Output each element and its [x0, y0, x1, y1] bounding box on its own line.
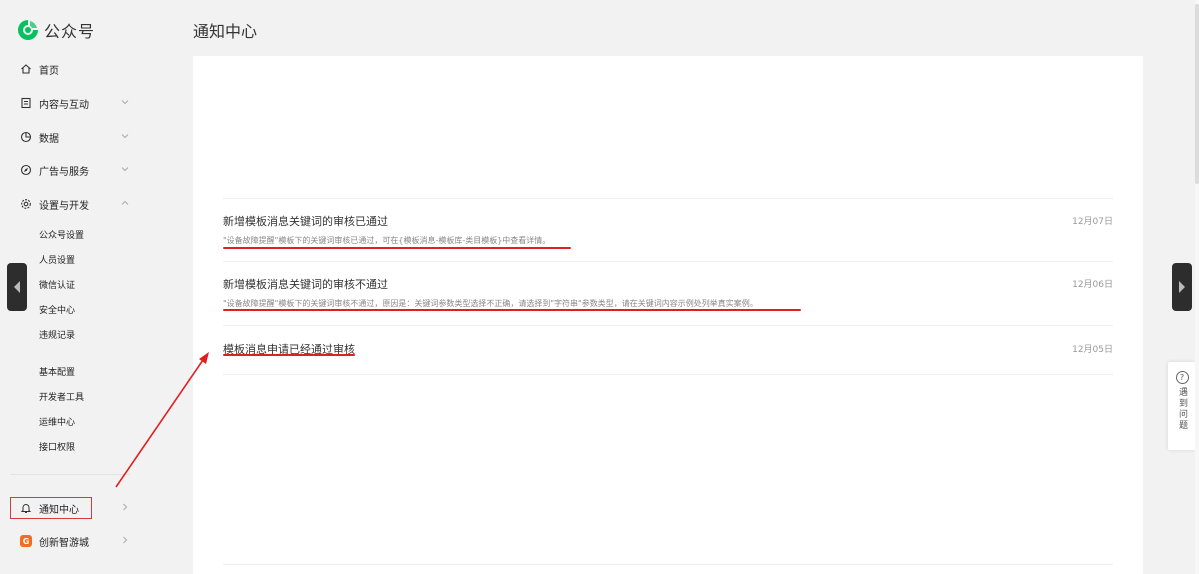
- sidebar-item-games[interactable]: G 创新智游城: [20, 531, 130, 551]
- sidebar-item-data[interactable]: 数据: [20, 127, 130, 147]
- pie-chart-icon: [20, 131, 32, 143]
- scrollbar-thumb[interactable]: [1195, 4, 1199, 184]
- sidebar-subitem-ops-center[interactable]: 运维中心: [39, 415, 75, 428]
- notification-date: 12月06日: [1072, 280, 1113, 290]
- sidebar-item-label: 首页: [39, 65, 59, 77]
- chevron-down-icon: [121, 167, 129, 172]
- help-label: 遇到问题: [1177, 387, 1187, 431]
- chevron-up-icon: [121, 200, 129, 205]
- row-divider: [223, 564, 1113, 565]
- sidebar-subitem-violation-records[interactable]: 违规记录: [39, 328, 75, 341]
- chevron-right-icon: [123, 536, 128, 544]
- notification-desc: "设备故障提醒"模板下的关键词审核不通过，原因是：关键词参数类型选择不正确，请选…: [223, 299, 758, 308]
- sidebar-subitem-basic-config[interactable]: 基本配置: [39, 365, 75, 378]
- triangle-right-icon: [1179, 281, 1185, 293]
- sidebar-item-settings[interactable]: 设置与开发: [20, 194, 130, 214]
- sidebar-subitem-security-center[interactable]: 安全中心: [39, 303, 75, 316]
- notification-desc: "设备故障提醒"模板下的关键词审核已通过，可在{模板消息-模板库-类目模板}中查…: [223, 236, 551, 245]
- notification-panel: 新增模板消息关键词的审核已通过 12月07日 "设备故障提醒"模板下的关键词审核…: [193, 56, 1143, 574]
- annotation-underline: [223, 247, 571, 249]
- sidebar-subitem-account-settings[interactable]: 公众号设置: [39, 228, 84, 241]
- next-page-button[interactable]: [1172, 263, 1192, 311]
- page-scrollbar[interactable]: [1195, 0, 1199, 574]
- game-badge-icon: G: [20, 535, 32, 547]
- sidebar-item-label: 创新智游城: [39, 537, 89, 549]
- home-icon: [21, 64, 31, 74]
- compass-icon: [20, 164, 32, 176]
- row-divider: [223, 325, 1113, 326]
- notification-title[interactable]: 新增模板消息关键词的审核不通过: [223, 276, 388, 292]
- brand-logo[interactable]: 公众号: [16, 18, 95, 42]
- chevron-down-icon: [121, 134, 129, 139]
- notification-date: 12月07日: [1072, 217, 1113, 227]
- wechat-official-logo-icon: [18, 20, 38, 40]
- sidebar-item-label: 内容与互动: [39, 99, 89, 111]
- sidebar-subitem-api-permissions[interactable]: 接口权限: [39, 440, 75, 453]
- sidebar-divider: [10, 474, 130, 475]
- annotation-underline: [223, 354, 355, 356]
- sidebar-subitem-wechat-verification[interactable]: 微信认证: [39, 278, 75, 291]
- triangle-left-icon: [14, 281, 20, 293]
- brand-name: 公众号: [44, 22, 96, 41]
- sidebar-item-home[interactable]: 首页: [20, 59, 130, 79]
- question-icon: ?: [1175, 371, 1189, 384]
- annotation-highlight-box: [10, 497, 92, 519]
- sidebar-item-label: 设置与开发: [39, 200, 89, 212]
- sidebar-item-label: 广告与服务: [39, 166, 89, 178]
- help-widget[interactable]: ? 遇到问题: [1168, 362, 1196, 450]
- page-title: 通知中心: [193, 22, 258, 41]
- sidebar-item-label: 数据: [39, 133, 59, 145]
- sidebar-item-ads[interactable]: 广告与服务: [20, 160, 130, 180]
- row-divider: [223, 198, 1113, 199]
- annotation-underline: [223, 309, 801, 311]
- row-divider: [223, 261, 1113, 262]
- sidebar-subitem-staff-settings[interactable]: 人员设置: [39, 253, 75, 266]
- notification-title[interactable]: 新增模板消息关键词的审核已通过: [223, 213, 388, 229]
- previous-page-button[interactable]: [7, 263, 27, 311]
- chevron-down-icon: [121, 100, 129, 105]
- sidebar-subitem-developer-tools[interactable]: 开发者工具: [39, 390, 84, 403]
- row-divider: [223, 374, 1113, 375]
- document-icon: [21, 97, 31, 109]
- notification-date: 12月05日: [1072, 345, 1113, 355]
- sidebar-item-content[interactable]: 内容与互动: [20, 93, 130, 113]
- chevron-right-icon: [123, 503, 128, 511]
- gear-icon: [21, 199, 31, 209]
